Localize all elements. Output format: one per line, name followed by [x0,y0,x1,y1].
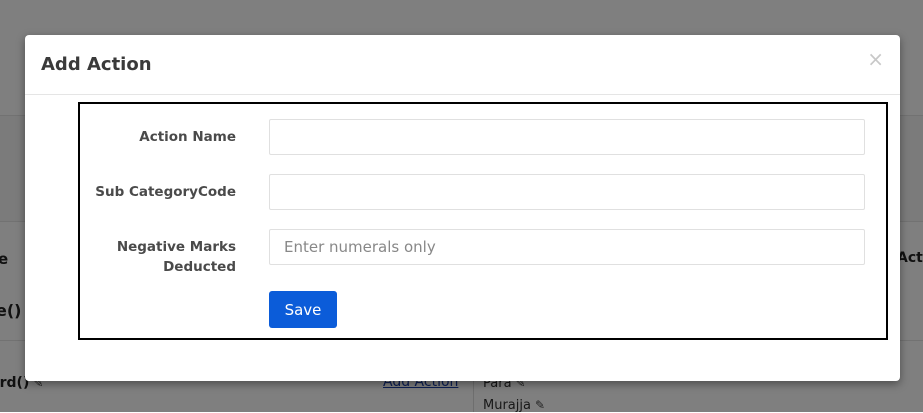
sub-category-code-label: Sub CategoryCode [95,184,236,200]
close-button[interactable]: × [867,49,884,69]
modal-title: Add Action [41,54,152,75]
save-button[interactable]: Save [269,291,337,328]
negative-marks-label: Negative Marks Deducted [116,239,236,275]
action-name-label: Action Name [139,129,236,145]
action-name-input[interactable] [269,119,865,155]
sub-category-code-input[interactable] [269,174,865,210]
modal-header: Add Action × [25,35,900,95]
negative-marks-input[interactable] [269,229,865,265]
action-form: Action Name Sub CategoryCode Negative Ma… [78,102,888,340]
add-action-modal: Add Action × Action Name Sub CategoryCod… [25,35,900,381]
